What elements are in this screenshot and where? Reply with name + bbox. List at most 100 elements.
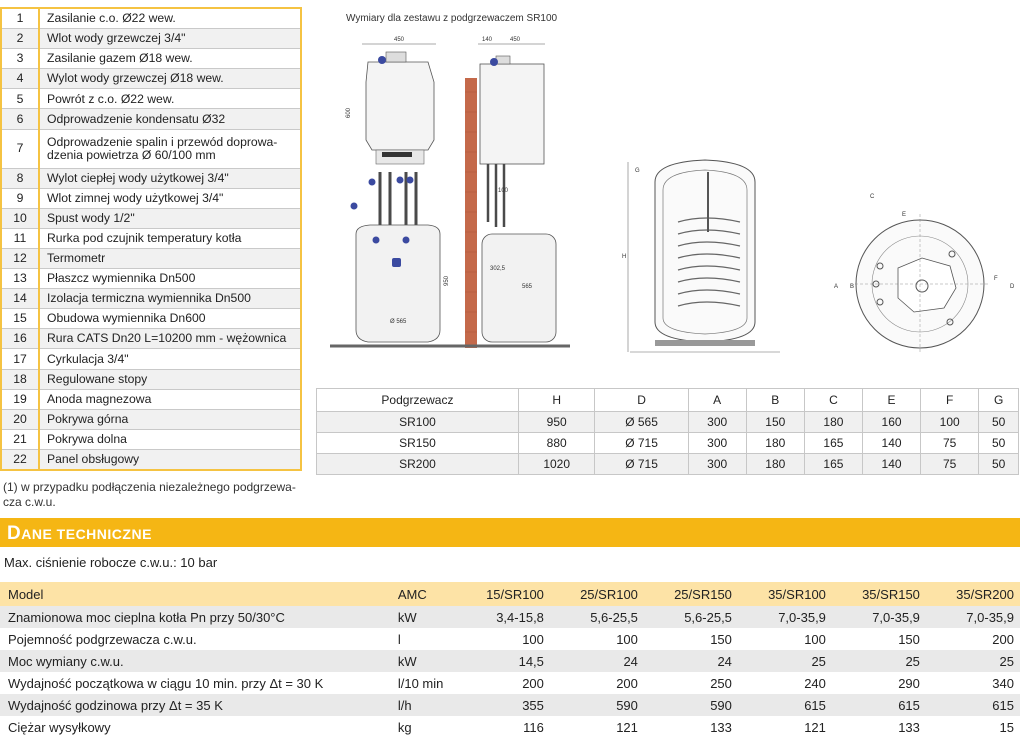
- dims-cell: 300: [687, 432, 747, 454]
- dim-100: 100: [498, 188, 509, 194]
- dims-cell: 300: [687, 453, 747, 475]
- dims-cell: 1020: [517, 453, 596, 475]
- legend-number: 7: [1, 129, 40, 169]
- legend-row: 9 Wlot zimnej wody użytkowej 3/4": [1, 188, 301, 209]
- dim-g: G: [635, 168, 640, 174]
- dim-c: C: [870, 194, 875, 200]
- dims-header-cell: D: [594, 388, 689, 412]
- legend-number: 9: [1, 188, 40, 209]
- technical-data-table: Model AMC 15/SR100 25/SR100 25/SR150 35/SR100…: [0, 582, 1020, 738]
- legend-number: 6: [1, 108, 40, 130]
- legend-row: 13 Płaszcz wymiennika Dn500: [1, 268, 301, 290]
- tech-row-value: 200: [549, 672, 644, 694]
- tech-row-unit: l: [397, 628, 456, 650]
- dims-row: SR150 880 Ø 715 300 180 165 140 75 50: [316, 432, 1019, 454]
- tech-header-col: 35/SR200: [925, 582, 1020, 606]
- tech-row-value: 5,6-25,5: [549, 606, 644, 628]
- dims-cell: SR150: [316, 432, 519, 454]
- dim-h: H: [622, 254, 626, 260]
- dim-450-b: 450: [510, 37, 521, 43]
- dims-header-cell: C: [803, 388, 864, 412]
- dim-d: D: [1010, 284, 1015, 290]
- legend-text: Zasilanie gazem Ø18 wew.: [39, 48, 301, 70]
- tech-row-label: Wydajność godzinowa przy Δt = 35 K: [0, 694, 398, 716]
- dims-header-cell: Podgrzewacz: [316, 388, 519, 412]
- tech-row-value: 150: [831, 628, 926, 650]
- legend-number: 5: [1, 88, 40, 110]
- tech-row-label: Pojemność podgrzewacza c.w.u.: [0, 628, 398, 650]
- legend-number: 10: [1, 208, 40, 229]
- dims-header-cell: F: [920, 388, 980, 412]
- legend-text: Spust wody 1/2": [39, 208, 301, 229]
- legend-number: 21: [1, 429, 40, 450]
- legend-row: 18 Regulowane stopy: [1, 369, 301, 390]
- tech-header-unit: AMC: [397, 582, 456, 606]
- technical-drawings: 450 600 Ø 565 950 140 450 302,5 565 100 …: [330, 37, 1015, 354]
- legend-text: Pokrywa dolna: [39, 429, 301, 450]
- legend-text: Izolacja termiczna wymiennika Dn500: [39, 288, 301, 310]
- legend-text: Rurka pod czujnik temperatury kotła: [39, 228, 301, 249]
- legend-number: 13: [1, 268, 40, 290]
- dims-header-cell: A: [687, 388, 747, 412]
- max-pressure-note: Max. ciśnienie robocze c.w.u.: 10 bar: [4, 555, 218, 570]
- legend-row: 7 Odprowadzenie spalin i przewód doprowa-…: [1, 129, 301, 169]
- legend-row: 14 Izolacja termiczna wymiennika Dn500: [1, 288, 301, 310]
- tech-row-value: 290: [831, 672, 926, 694]
- legend-number: 18: [1, 369, 40, 390]
- footnote: (1) w przypadku podłączenia niezależnego…: [3, 480, 296, 509]
- dims-cell: 165: [803, 432, 864, 454]
- dim-600: 600: [346, 107, 352, 118]
- tech-row-value: 25: [831, 650, 926, 672]
- tech-row-unit: kW: [397, 606, 456, 628]
- dims-cell: SR100: [316, 411, 519, 433]
- dims-cell: 100: [920, 411, 980, 433]
- tech-row: Ciężar wysyłkowy kg 116 121 133 121 133 15: [0, 716, 1020, 738]
- tech-row-value: 121: [737, 716, 832, 738]
- tech-row-value: 590: [549, 694, 644, 716]
- legend-text: Zasilanie c.o. Ø22 wew.: [39, 8, 301, 30]
- tech-row-value: 615: [925, 694, 1020, 716]
- legend-row: 20 Pokrywa górna: [1, 409, 301, 430]
- tech-row-value: 615: [831, 694, 926, 716]
- tank-top-view-drawing: C E A B F D 45: [834, 194, 1015, 354]
- dims-cell: SR200: [316, 453, 519, 475]
- legend-number: 8: [1, 168, 40, 189]
- tech-row-value: 25: [925, 650, 1020, 672]
- dimensions-table: Podgrzewacz H D A B C E F G SR100 950 Ø 565 300 150 1…: [316, 388, 1019, 475]
- dim-140: 140: [482, 37, 493, 43]
- dim-f: F: [994, 276, 998, 282]
- tech-header-col: 35/SR150: [831, 582, 926, 606]
- legend-text: Anoda magnezowa: [39, 389, 301, 410]
- tech-row-value: 615: [737, 694, 832, 716]
- tech-row: Wydajność godzinowa przy Δt = 35 Kl/h 355…: [0, 694, 1020, 716]
- legend-number: 1: [1, 8, 40, 30]
- marker-7: [378, 56, 386, 64]
- tech-header-col: 15/SR100: [455, 582, 550, 606]
- legend-row: 16 Rura CATS Dn20 L=10200 mm - wężownica: [1, 328, 301, 350]
- legend-text: Wylot wody grzewczej Ø18 wew.: [39, 68, 301, 90]
- legend-text: Wlot wody grzewczej 3/4": [39, 28, 301, 50]
- legend-text: Wylot ciepłej wody użytkowej 3/4": [39, 168, 301, 189]
- legend-number: 3: [1, 48, 40, 70]
- dims-cell: 50: [978, 453, 1019, 475]
- legend-number: 16: [1, 328, 40, 350]
- legend-text: Termometr: [39, 248, 301, 270]
- tech-row-value: 14,5: [455, 650, 550, 672]
- legend-number: 12: [1, 248, 40, 270]
- dims-cell: 880: [517, 432, 596, 454]
- dims-cell: Ø 565: [594, 411, 689, 433]
- legend-text: Pokrywa górna: [39, 409, 301, 430]
- dim-950: 950: [444, 275, 450, 286]
- tech-header-col: 35/SR100: [737, 582, 832, 606]
- tech-row-label: Ciężar wysyłkowy: [0, 716, 398, 738]
- legend-number: 17: [1, 348, 40, 370]
- marker-8: [402, 236, 410, 244]
- tech-row-value: 355: [455, 694, 550, 716]
- tech-header-model: Model: [0, 582, 398, 606]
- marker-9: [350, 202, 358, 210]
- dim-a: A: [834, 284, 838, 290]
- tech-row-value: 3,4-15,8: [455, 606, 550, 628]
- legend-text: Powrót z c.o. Ø22 wew.: [39, 88, 301, 110]
- tech-row: Znamionowa moc cieplna kotła Pn przy 50/…: [0, 606, 1020, 628]
- tech-row-value: 121: [549, 716, 644, 738]
